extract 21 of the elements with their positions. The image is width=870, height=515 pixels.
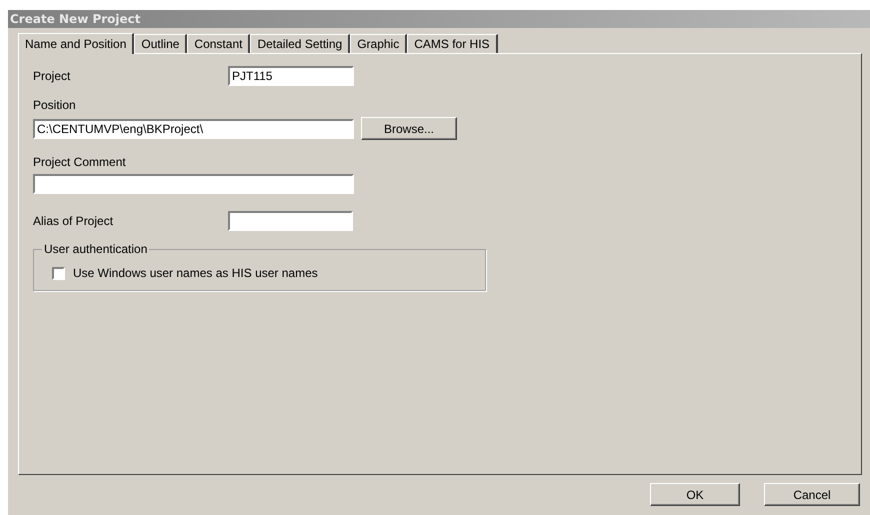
group-title: User authentication	[42, 242, 150, 256]
tab[interactable]: CAMS for HIS	[407, 34, 498, 53]
tab[interactable]: Outline	[134, 34, 188, 53]
checkbox-label: Use Windows user names as HIS user names	[73, 266, 318, 280]
field-label: Project Comment	[33, 155, 127, 169]
checkbox[interactable]	[52, 266, 65, 280]
browse-button[interactable]: Browse...	[361, 117, 457, 140]
tab[interactable]: Graphic	[350, 34, 408, 53]
cancel-button[interactable]: Cancel	[764, 483, 860, 506]
field-label: Alias of Project	[33, 214, 114, 228]
tab[interactable]: Constant	[187, 34, 250, 53]
tab[interactable]: Name and Position	[18, 33, 134, 54]
field-label: Position	[33, 98, 77, 112]
tab[interactable]: Detailed Setting	[250, 34, 350, 53]
input-field[interactable]: C:\CENTUMVP\eng\BKProject\	[33, 118, 354, 138]
input-field[interactable]	[33, 174, 354, 194]
input-field[interactable]	[228, 211, 353, 231]
window-title: Create New Project	[8, 10, 870, 28]
input-field[interactable]: PJT115	[228, 66, 354, 86]
ok-button[interactable]: OK	[650, 483, 740, 506]
field-label: Project	[33, 69, 72, 83]
